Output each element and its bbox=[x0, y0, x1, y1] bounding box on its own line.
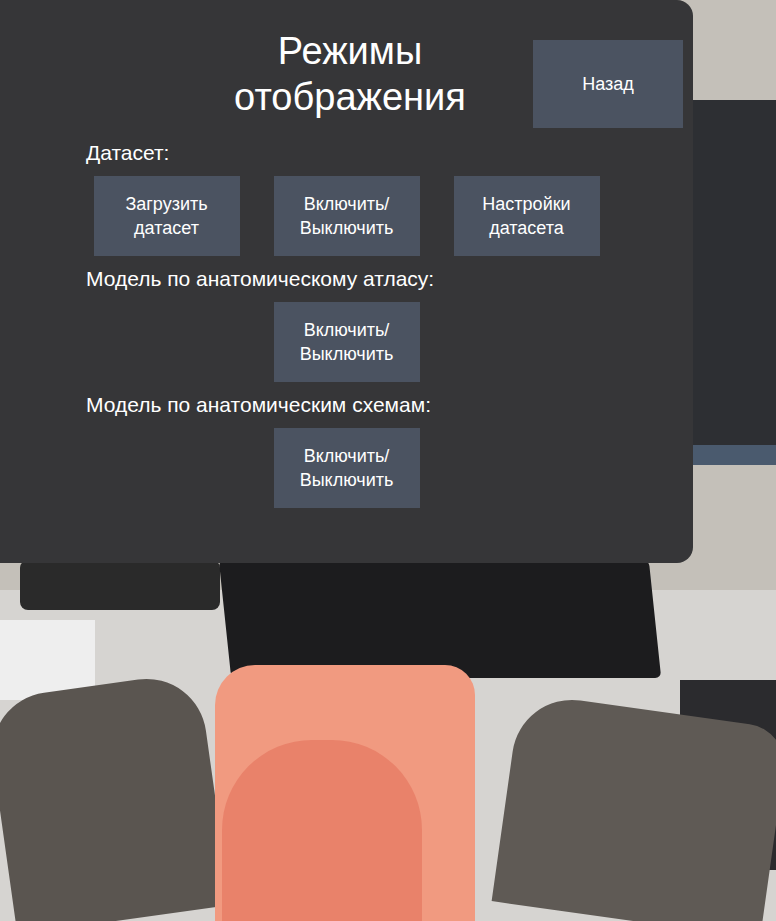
section-label: Датасет: bbox=[0, 140, 693, 166]
toggle-button[interactable]: Загрузить датасет bbox=[94, 176, 240, 256]
toggle-button[interactable]: Включить/ Выключить bbox=[274, 302, 420, 382]
back-button[interactable]: Назад bbox=[533, 40, 683, 128]
section-label: Модель по анатомическому атласу: bbox=[0, 266, 693, 292]
keyboard bbox=[219, 560, 661, 678]
section-label: Модель по анатомическим схемам: bbox=[0, 392, 693, 418]
toggle-button[interactable]: Настройки датасета bbox=[454, 176, 600, 256]
button-row: Включить/ Выключить bbox=[0, 428, 693, 508]
toggle-button[interactable]: Включить/ Выключить bbox=[274, 176, 420, 256]
display-modes-panel: Режимы отображения Назад Датасет: Загрузить… bbox=[0, 0, 693, 563]
tissue-model-section bbox=[222, 740, 422, 921]
panel-header: Режимы отображения Назад bbox=[0, 8, 693, 128]
speaker bbox=[20, 560, 220, 610]
button-row: Загрузить датасет Включить/ Выключить Наст… bbox=[0, 176, 693, 256]
button-row: Включить/ Выключить bbox=[0, 302, 693, 382]
left-hand bbox=[0, 671, 230, 921]
toggle-button[interactable]: Включить/ Выключить bbox=[274, 428, 420, 508]
right-hand bbox=[492, 692, 776, 921]
panel-title: Режимы отображения bbox=[200, 28, 500, 120]
